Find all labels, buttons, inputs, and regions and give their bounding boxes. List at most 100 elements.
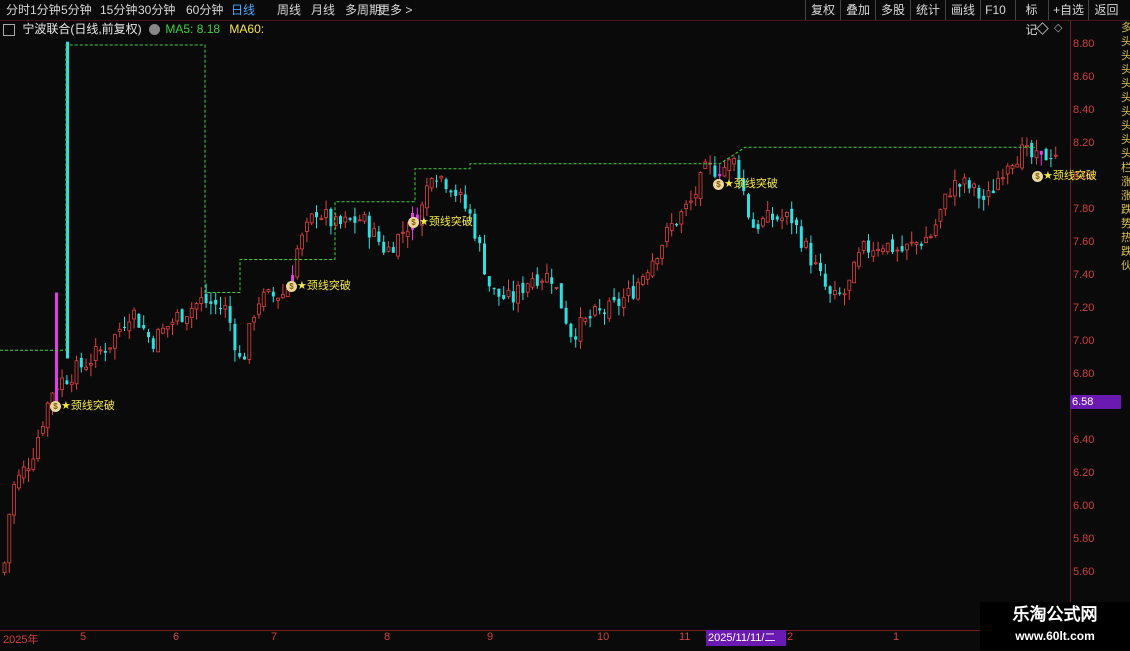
candle — [1001, 168, 1005, 186]
candle — [295, 244, 300, 280]
candle — [909, 231, 914, 247]
candle — [948, 187, 952, 198]
candlestick-chart[interactable] — [0, 37, 1070, 630]
expand-icon[interactable]: ◇ — [1054, 21, 1062, 34]
candle — [238, 345, 242, 359]
signal-label: 颈线突破 — [733, 178, 778, 190]
star-icon: ★ — [724, 178, 734, 190]
toolbar-button[interactable]: 叠加 — [840, 0, 875, 20]
toolbar-button[interactable]: 多股 — [875, 0, 910, 20]
neckline-breakout-signal: $ ★颈线突破 — [713, 175, 778, 191]
candle — [675, 223, 678, 227]
candle — [617, 292, 621, 316]
toolbar-button[interactable]: 标记 — [1015, 0, 1047, 37]
candle — [516, 280, 520, 313]
candle — [7, 513, 12, 573]
candle — [362, 211, 367, 224]
toolbar-button[interactable]: 统计 — [910, 0, 945, 20]
toolbar-button[interactable]: F10 — [980, 0, 1010, 20]
candle — [382, 235, 386, 256]
candle — [929, 233, 933, 239]
candle — [123, 316, 126, 332]
period-tab[interactable]: 1分钟 — [30, 0, 61, 20]
date-tick-label: 10 — [597, 631, 610, 643]
period-tab[interactable]: 30分钟 — [138, 0, 175, 20]
price-tick-label: 8.80 — [1073, 38, 1095, 50]
signal-label: 颈线突破 — [306, 280, 351, 292]
period-tab[interactable]: 更多 > — [378, 0, 412, 20]
candle — [838, 287, 842, 296]
candle — [26, 458, 31, 482]
candle — [698, 171, 703, 206]
candle — [598, 299, 602, 315]
candle — [583, 316, 588, 326]
candle — [756, 219, 760, 234]
ma60-label: MA60: — [229, 22, 265, 36]
price-tick-label: 8.60 — [1073, 71, 1095, 83]
candle — [108, 347, 112, 354]
period-tab[interactable]: 15分钟 — [100, 0, 137, 20]
candle — [603, 308, 606, 325]
price-tick-label: 7.40 — [1073, 269, 1095, 281]
candle — [578, 307, 583, 349]
toolbar-button[interactable]: 复权 — [805, 0, 840, 20]
ma5-value: 8.18 — [196, 22, 221, 36]
toolbar-button[interactable]: 返回 — [1088, 0, 1124, 20]
candle — [69, 374, 74, 393]
candle — [137, 312, 141, 329]
candle — [871, 241, 876, 262]
price-tick-label: 8.20 — [1073, 137, 1095, 149]
signal-label: 颈线突破 — [1052, 170, 1097, 182]
diamond-icon[interactable] — [1036, 22, 1049, 35]
candle — [16, 469, 21, 491]
candle — [564, 300, 568, 325]
candle — [914, 241, 919, 255]
period-tab[interactable]: 周线 — [277, 0, 301, 20]
period-tab[interactable]: 60分钟 — [186, 0, 223, 20]
candle — [93, 337, 98, 368]
candle — [747, 192, 750, 220]
candle — [65, 375, 69, 386]
candle — [708, 155, 712, 175]
candle — [429, 177, 434, 192]
candle — [1005, 163, 1010, 185]
settings-icon[interactable] — [149, 24, 161, 36]
candle — [881, 244, 885, 255]
toolbar-button[interactable]: 画线 — [945, 0, 980, 20]
period-toolbar: 分时 1分钟 5分钟 15分钟 30分钟 60分钟 日线 周线 月线 多周期 更多 > 复权 叠加 多股… — [0, 0, 1130, 37]
candle — [343, 211, 348, 229]
candle — [660, 244, 664, 266]
candle — [132, 307, 137, 329]
period-tab[interactable]: 5分钟 — [61, 0, 92, 20]
price-tick-label: 6.00 — [1073, 500, 1095, 512]
period-tab[interactable]: 月线 — [311, 0, 335, 20]
period-tab[interactable]: 多周期 — [345, 0, 381, 20]
candle — [967, 177, 971, 194]
candle — [74, 355, 79, 390]
candle — [621, 288, 626, 317]
watermark-title: 乐淘公式网 — [1012, 605, 1098, 624]
candle — [823, 263, 827, 291]
candle — [775, 214, 779, 222]
window-icon[interactable] — [3, 23, 15, 36]
candle — [977, 184, 981, 209]
candle — [626, 280, 631, 303]
candle — [943, 193, 948, 216]
candle — [127, 313, 132, 339]
period-tab[interactable]: 日线 — [231, 0, 255, 20]
candle — [842, 288, 847, 306]
candle — [1030, 139, 1034, 164]
candle — [463, 185, 467, 212]
candle — [919, 241, 923, 250]
price-tick-label: 6.40 — [1073, 434, 1095, 446]
period-tab[interactable]: 分时 — [6, 0, 30, 20]
price-tick-label: 6.20 — [1073, 467, 1095, 479]
candle — [45, 401, 50, 437]
candle — [103, 342, 107, 362]
toolbar-button[interactable]: +自选 — [1048, 0, 1088, 20]
candle — [21, 460, 26, 484]
candle — [487, 276, 491, 292]
signal-label: 颈线突破 — [70, 400, 115, 412]
money-bag-icon: $ — [713, 178, 724, 190]
candle — [895, 246, 900, 262]
